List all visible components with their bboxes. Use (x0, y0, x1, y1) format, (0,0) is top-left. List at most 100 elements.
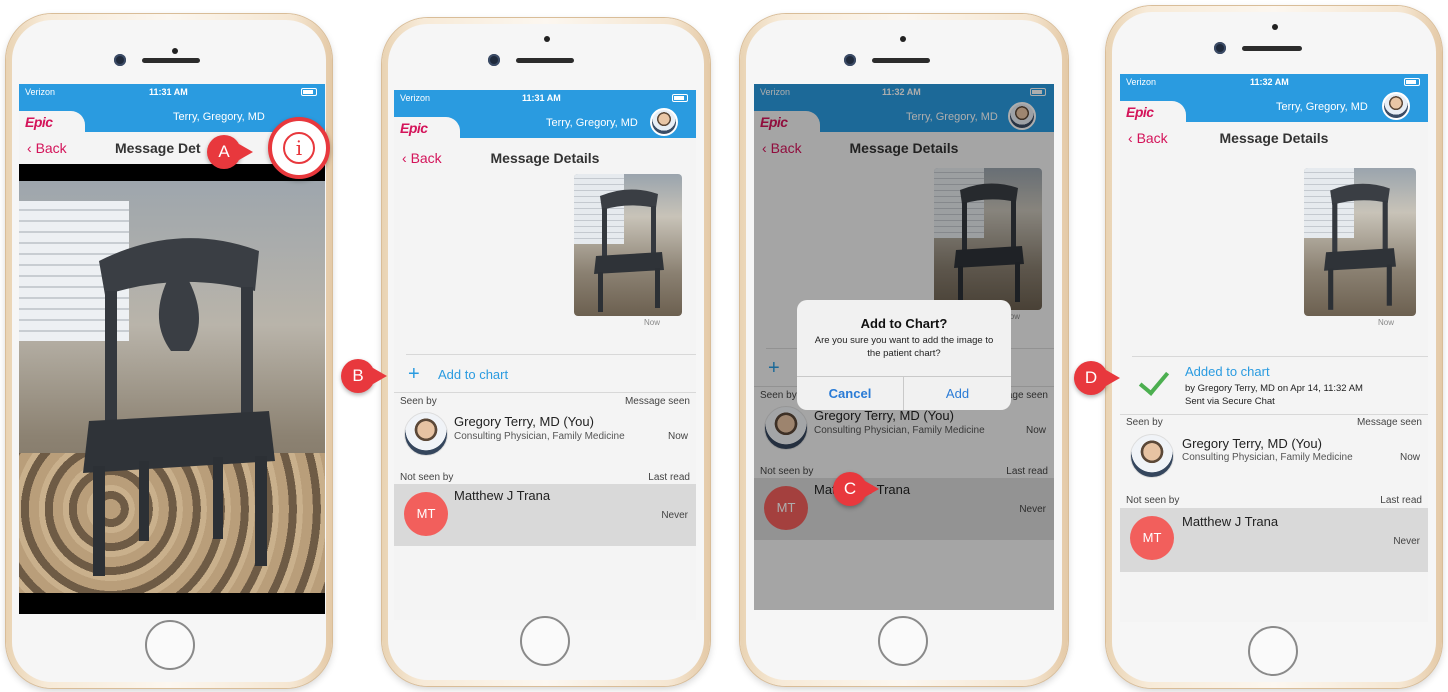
unseen-user-name: Matthew J Trana (454, 488, 551, 503)
battery-icon (1404, 78, 1420, 86)
earpiece-speaker (516, 58, 574, 63)
not-seen-by-header: Not seen by (1126, 495, 1180, 506)
seen-time: Now (1399, 452, 1420, 463)
callout-b: B (341, 359, 387, 393)
dialog-message: Are you sure you want to add the image t… (814, 335, 994, 359)
sent-via-text: Sent via Secure Chat (1185, 396, 1275, 407)
carrier-label: Verizon (1126, 77, 1157, 87)
sensor-dot (172, 48, 178, 54)
back-label: Back (35, 140, 67, 156)
seen-user-name: Gregory Terry, MD (You) (1182, 436, 1322, 451)
avatar (1130, 434, 1174, 478)
carrier-label: Verizon (400, 93, 431, 103)
epic-logo: Epic (400, 120, 428, 136)
user-avatar[interactable] (650, 108, 678, 136)
last-read-header: Last read (648, 472, 690, 483)
unseen-time: Never (1393, 536, 1420, 547)
clock: 11:31 AM (149, 87, 188, 97)
message-timestamp: Now (644, 318, 661, 327)
user-avatar[interactable] (1382, 92, 1410, 120)
full-photo (19, 181, 325, 593)
add-button[interactable]: Add (904, 377, 1011, 410)
app-header: Verizon 11:31 AM Epic Terry, Gregory, MD (394, 90, 696, 141)
divider (1132, 356, 1428, 357)
info-icon: i (283, 132, 315, 164)
home-button[interactable] (1248, 626, 1298, 676)
plus-icon[interactable]: + (408, 364, 420, 384)
front-camera (844, 54, 856, 66)
phone-a: Verizon 11:31 AM Epic Terry, Gregory, MD… (6, 14, 332, 688)
home-button[interactable] (145, 620, 195, 670)
home-button[interactable] (520, 616, 570, 666)
chair-image (594, 189, 664, 312)
front-camera (488, 54, 500, 66)
add-to-chart-dialog: Add to Chart? Are you sure you want to a… (797, 300, 1011, 410)
epic-logo: Epic (1126, 104, 1154, 120)
front-camera (114, 54, 126, 66)
not-seen-by-header: Not seen by (400, 472, 454, 483)
earpiece-speaker (1242, 46, 1302, 51)
front-camera (1214, 42, 1226, 54)
sensor-dot (900, 36, 906, 42)
tutorial-stage: Verizon 11:31 AM Epic Terry, Gregory, MD… (0, 0, 1448, 692)
phone-c: Verizon 11:32 AM Epic Terry, Gregory, MD… (740, 14, 1068, 686)
earpiece-speaker (872, 58, 930, 63)
back-button[interactable]: ‹ Back (27, 140, 67, 156)
seen-by-header: Seen by (1126, 417, 1163, 428)
nav-title: Message Det (115, 140, 201, 156)
clock: 11:31 AM (522, 93, 561, 103)
avatar: MT (1130, 516, 1174, 560)
home-button[interactable] (878, 616, 928, 666)
cancel-button[interactable]: Cancel (797, 377, 904, 410)
app-header: Verizon 11:32 AM Epic Terry, Gregory, MD (1120, 74, 1428, 125)
screen-added-to-chart: Verizon 11:32 AM Epic Terry, Gregory, MD… (1120, 74, 1428, 622)
seen-user-name: Gregory Terry, MD (You) (454, 414, 594, 429)
added-to-chart-label: Added to chart (1185, 364, 1270, 379)
battery-icon (301, 88, 317, 96)
earpiece-speaker (142, 58, 200, 63)
unseen-time: Never (661, 510, 688, 521)
added-by-text: by Gregory Terry, MD on Apr 14, 11:32 AM (1185, 383, 1363, 394)
nav-title: Message Details (490, 150, 600, 166)
seen-by-header: Seen by (400, 396, 437, 407)
phone-d: Verizon 11:32 AM Epic Terry, Gregory, MD… (1106, 6, 1442, 688)
carrier-label: Verizon (25, 87, 56, 97)
callout-a: A (207, 135, 253, 169)
callout-d: D (1074, 361, 1120, 395)
header-user-name: Terry, Gregory, MD (173, 111, 265, 123)
callout-c: C (833, 472, 879, 506)
seen-user-role: Consulting Physician, Family Medicine (1182, 452, 1353, 463)
unseen-user-row[interactable]: MT Matthew J Trana Never (394, 484, 696, 546)
header-user-name: Terry, Gregory, MD (1276, 101, 1368, 113)
dialog-title: Add to Chart? (860, 316, 948, 331)
message-seen-header: Message seen (624, 396, 690, 407)
info-button-highlight[interactable]: i (268, 117, 330, 179)
message-seen-header: Message seen (1356, 417, 1422, 428)
sensor-dot (544, 36, 550, 42)
unseen-user-row[interactable]: MT Matthew J Trana Never (1120, 508, 1428, 572)
checkmark-icon (1138, 364, 1170, 396)
clock: 11:32 AM (1250, 77, 1289, 87)
nav-bar: ‹ Back Message Details (394, 142, 696, 174)
chair-image (1324, 183, 1396, 310)
epic-logo: Epic (25, 114, 53, 130)
seen-time: Now (667, 431, 688, 442)
divider (1120, 414, 1428, 415)
status-bar: Verizon 11:31 AM (394, 90, 696, 106)
message-image-thumbnail[interactable] (574, 174, 682, 316)
add-to-chart-link[interactable]: Add to chart (438, 367, 508, 382)
sensor-dot (1272, 24, 1278, 30)
seen-user-role: Consulting Physician, Family Medicine (454, 431, 625, 442)
avatar (404, 412, 448, 456)
status-bar: Verizon 11:32 AM (1120, 74, 1428, 90)
message-image-thumbnail[interactable] (1304, 168, 1416, 316)
message-timestamp: Now (1378, 318, 1395, 327)
last-read-header: Last read (1380, 495, 1422, 506)
phone-b: Verizon 11:31 AM Epic Terry, Gregory, MD… (382, 18, 710, 686)
divider (394, 392, 696, 393)
header-user-name: Terry, Gregory, MD (546, 117, 638, 129)
screen-message-details: Verizon 11:31 AM Epic Terry, Gregory, MD… (394, 90, 696, 620)
avatar: MT (404, 492, 448, 536)
screen-confirm-dialog: Verizon 11:32 AM Epic Terry, Gregory, MD… (754, 84, 1054, 610)
chair-image (83, 238, 275, 576)
